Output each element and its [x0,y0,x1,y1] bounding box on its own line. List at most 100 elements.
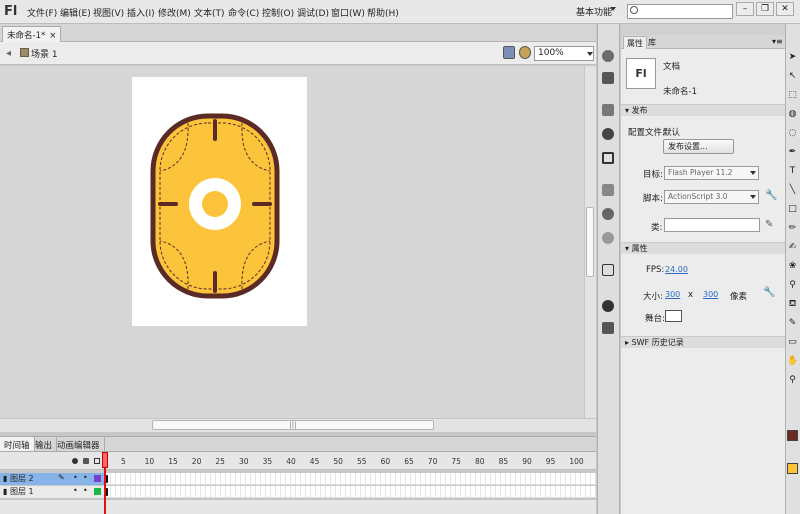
visibility-dot-icon[interactable]: • [73,473,78,482]
rectangle-tool-icon[interactable]: □ [787,204,798,215]
hand-tool-icon[interactable]: ✋ [787,356,798,367]
wrench-icon[interactable]: 🔧 [763,287,775,298]
brush-tool-icon[interactable]: ✍ [787,242,798,253]
back-arrow-icon[interactable]: ◂ [6,48,11,59]
layer-row-1[interactable]: ▮ 图层 1 • • [0,486,106,498]
restore-button[interactable]: ❐ [756,2,774,16]
text-tool-icon[interactable]: T [787,166,798,177]
layer-row-2[interactable]: ▮ 图层 2 ✎ • • [0,473,106,485]
menu-insert[interactable]: 插入(I) [127,6,155,19]
visibility-dot-icon[interactable]: • [73,486,78,495]
pencil-icon[interactable]: ✎ [765,219,773,230]
bone-tool-icon[interactable]: ⚲ [787,280,798,291]
help-search-input[interactable] [627,4,733,19]
lasso-tool-icon[interactable]: ◌ [787,128,798,139]
layer-color-swatch[interactable] [94,488,101,495]
paint-bucket-tool-icon[interactable]: ⛾ [787,299,798,310]
script-select[interactable]: ActionScript 3.0 [664,190,759,204]
stage-color-swatch[interactable] [665,310,682,322]
menu-modify[interactable]: 修改(M) [158,6,191,19]
target-select[interactable]: Flash Player 11.2 [664,166,759,180]
ruler-tick-label: 85 [498,457,509,466]
eraser-tool-icon[interactable]: ▭ [787,337,798,348]
section-title: 发布 [631,106,648,115]
menu-view[interactable]: 视图(V) [93,6,124,19]
horizontal-scroll-thumb[interactable]: ||| [152,420,434,430]
lock-icon[interactable] [83,458,89,464]
pencil-tool-icon[interactable]: ✏ [787,223,798,234]
menu-help[interactable]: 帮助(H) [367,6,399,19]
library-icon[interactable] [602,322,614,334]
playhead-handle[interactable] [102,452,108,468]
publish-settings-button[interactable]: 发布设置... [663,139,734,154]
edit-scene-icon[interactable] [503,46,515,59]
selection-tool-icon[interactable]: ➤ [787,52,798,63]
ruler-tick-label: 40 [286,457,296,466]
frames-row-1[interactable] [106,486,596,498]
fps-value[interactable]: 24.00 [665,265,688,274]
vertical-scroll-thumb[interactable] [586,207,594,277]
menu-window[interactable]: 窗口(W) [331,6,365,19]
menu-edit[interactable]: 编辑(E) [60,6,91,19]
workspace-switcher[interactable]: 基本功能 [576,5,612,18]
frames-row-2[interactable] [106,473,596,485]
pen-tool-icon[interactable]: ✒ [787,147,798,158]
close-button[interactable]: ✕ [776,2,794,16]
tab-properties[interactable]: 属性 [623,36,647,49]
color-panel-icon[interactable] [602,50,614,62]
width-value[interactable]: 300 [665,290,680,299]
ruler-tick-label: 70 [427,457,438,466]
document-tab[interactable]: 未命名-1* × [2,26,62,42]
minimize-button[interactable]: – [736,2,754,16]
script-label: 脚本: [643,194,663,204]
subselection-tool-icon[interactable]: ↖ [787,71,798,82]
eye-icon[interactable] [72,458,78,464]
free-transform-tool-icon[interactable]: ⬚ [787,90,798,101]
tab-timeline[interactable]: 时间轴 [0,437,35,451]
fps-label: FPS: [646,265,665,275]
scene-panel-icon[interactable] [602,264,614,276]
chevron-down-icon[interactable] [750,171,756,175]
code-snippets-icon[interactable] [602,184,614,196]
3d-rotation-tool-icon[interactable]: ◍ [787,109,798,120]
height-value[interactable]: 300 [703,290,718,299]
deco-tool-icon[interactable]: ❀ [787,261,798,272]
menu-control[interactable]: 控制(O) [262,6,294,19]
menu-commands[interactable]: 命令(C) [228,6,259,19]
class-input[interactable] [664,218,760,232]
menu-file[interactable]: 文件(F) [27,6,57,19]
layer-color-swatch[interactable] [94,475,101,482]
chevron-down-icon[interactable] [610,7,616,11]
close-icon[interactable]: × [49,31,56,41]
zoom-select[interactable]: 100% [534,46,594,61]
outline-icon[interactable] [94,458,100,464]
actions-icon[interactable] [602,300,614,312]
tab-motion-editor[interactable]: 动画编辑器 [53,437,105,451]
chevron-down-icon[interactable] [587,52,593,56]
lock-dot-icon[interactable]: • [83,486,88,495]
menu-text[interactable]: 文本(T) [194,6,225,19]
tab-library[interactable]: 库 [648,37,656,48]
eyedropper-tool-icon[interactable]: ✎ [787,318,798,329]
motion-presets-icon[interactable] [602,232,614,244]
fill-color-swatch[interactable] [787,463,798,474]
section-title: SWF 历史记录 [631,338,684,347]
swatches-icon[interactable] [602,72,614,84]
info-icon[interactable] [602,128,614,140]
swf-history-section-header[interactable]: ▸ SWF 历史记录 [621,336,785,348]
edit-symbols-icon[interactable] [519,46,531,59]
zoom-tool-icon[interactable]: ⚲ [787,375,798,386]
target-shape-drawing[interactable] [150,113,280,299]
panel-menu-icon[interactable]: ▾≡ [772,37,783,46]
publish-section-header[interactable]: ▾ 发布 [621,104,785,116]
lock-dot-icon[interactable]: • [83,473,88,482]
align-icon[interactable] [602,104,614,116]
chevron-down-icon[interactable] [750,195,756,199]
transform-icon[interactable] [602,152,614,164]
line-tool-icon[interactable]: ╲ [787,185,798,196]
stroke-color-swatch[interactable] [787,430,798,441]
properties-section-header[interactable]: ▾ 属性 [621,242,785,254]
components-icon[interactable] [602,208,614,220]
menu-debug[interactable]: 调试(D) [297,6,329,19]
wrench-icon[interactable]: 🔧 [765,190,777,201]
